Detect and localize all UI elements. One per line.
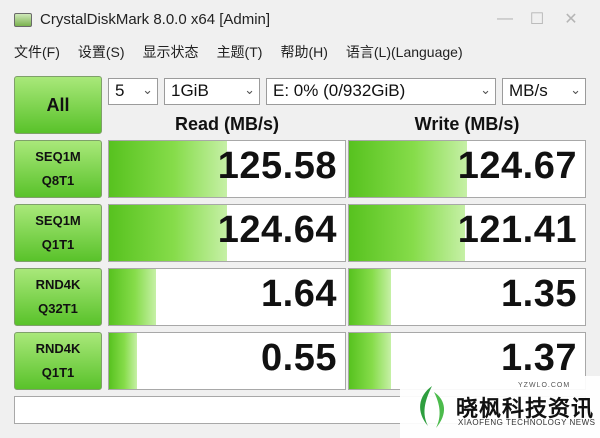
read-result-seq1m-q8t1: 125.58 [108,140,346,198]
menu-file[interactable]: 文件(F) [14,42,60,62]
app-disk-icon [14,13,32,27]
chevron-down-icon: ⌄ [480,82,491,97]
test-count-select[interactable]: 5 ⌄ [108,78,158,105]
test-name: RND4K [35,277,81,292]
write-bar [349,269,392,325]
seq1m-q8t1-button[interactable]: SEQ1M Q8T1 [14,140,102,198]
read-value: 0.55 [261,337,337,379]
menu-language[interactable]: 语言(L)(Language) [346,42,463,62]
minimize-icon[interactable]: — [490,8,520,30]
watermark-name-en: XIAOFENG TECHNOLOGY NEWS [458,418,596,427]
menu-help[interactable]: 帮助(H) [280,42,327,62]
close-icon[interactable]: ✕ [556,8,586,30]
write-bar [349,141,467,197]
read-value: 125.58 [217,145,337,187]
write-result-rnd4k-q32t1: 1.35 [348,268,586,326]
leaf-logo-icon [420,386,445,428]
unit-select[interactable]: MB/s ⌄ [502,78,586,105]
title-bar: CrystalDiskMark 8.0.0 x64 [Admin] — ☐ ✕ [0,0,600,38]
test-name: SEQ1M [35,149,81,164]
test-queue: Q32T1 [38,301,78,316]
write-value: 1.35 [501,273,577,315]
test-size-value: 1GiB [171,81,209,100]
drive-value: E: 0% (0/932GiB) [273,81,406,100]
write-value: 121.41 [457,209,577,251]
read-header: Read (MB/s) [174,114,279,134]
watermark: YZWLO.COM 晓枫科技资讯 XIAOFENG TECHNOLOGY NEW… [400,376,600,438]
chevron-down-icon: ⌄ [244,82,255,97]
write-result-seq1m-q1t1: 121.41 [348,204,586,262]
write-value: 124.67 [457,145,577,187]
write-bar [349,205,465,261]
read-value: 124.64 [217,209,337,251]
test-queue: Q1T1 [41,365,75,380]
seq1m-q1t1-button[interactable]: SEQ1M Q1T1 [14,204,102,262]
write-header: Write (MB/s) [414,114,520,134]
read-value: 1.64 [261,273,337,315]
read-bar [109,333,138,389]
chevron-down-icon: ⌄ [570,82,581,97]
test-size-select[interactable]: 1GiB ⌄ [164,78,260,105]
rnd4k-q1t1-button[interactable]: RND4K Q1T1 [14,332,102,390]
window-title: CrystalDiskMark 8.0.0 x64 [Admin] [40,11,271,28]
menu-bar: 文件(F) 设置(S) 显示状态 主题(T) 帮助(H) 语言(L)(Langu… [0,38,600,66]
test-queue: Q8T1 [41,173,75,188]
read-bar [109,269,157,325]
read-result-rnd4k-q1t1: 0.55 [108,332,346,390]
write-value: 1.37 [501,337,577,379]
test-name: SEQ1M [35,213,81,228]
test-queue: Q1T1 [41,237,75,252]
chevron-down-icon: ⌄ [142,82,153,97]
read-bar [109,141,227,197]
read-bar [109,205,227,261]
write-result-seq1m-q8t1: 124.67 [348,140,586,198]
watermark-url: YZWLO.COM [518,382,571,389]
all-button[interactable]: All [14,76,102,134]
read-result-rnd4k-q32t1: 1.64 [108,268,346,326]
menu-theme[interactable]: 主题(T) [217,42,263,62]
read-result-seq1m-q1t1: 124.64 [108,204,346,262]
test-name: RND4K [35,341,81,356]
drive-select[interactable]: E: 0% (0/932GiB) ⌄ [266,78,496,105]
maximize-icon[interactable]: ☐ [522,8,552,30]
menu-settings[interactable]: 设置(S) [78,42,125,62]
unit-value: MB/s [509,81,548,100]
write-bar [349,333,392,389]
test-count-value: 5 [115,81,125,100]
menu-view[interactable]: 显示状态 [143,42,199,62]
rnd4k-q32t1-button[interactable]: RND4K Q32T1 [14,268,102,326]
